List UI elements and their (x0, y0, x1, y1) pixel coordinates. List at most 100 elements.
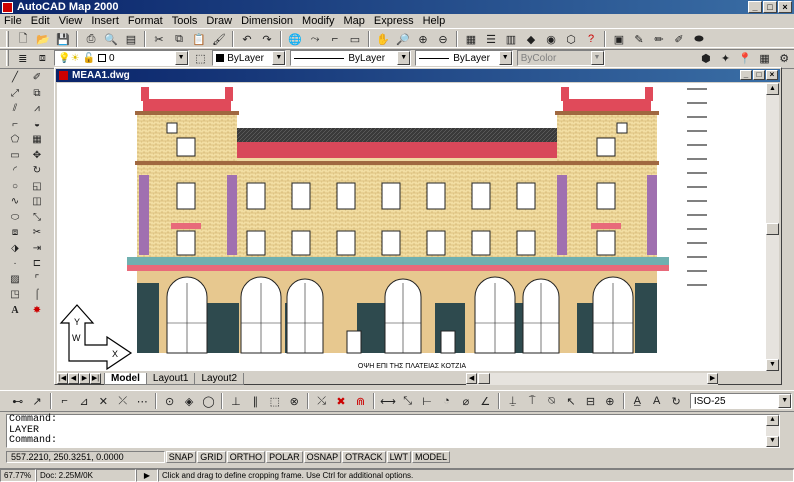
stretch-icon[interactable]: ◫ (28, 194, 46, 209)
scroll-down-button[interactable]: ▼ (766, 359, 779, 371)
open-icon[interactable]: 📂 (35, 31, 51, 47)
dim-ordinate-icon[interactable]: ⊢ (419, 393, 434, 409)
horizontal-scroll-thumb[interactable] (478, 372, 491, 384)
new-icon[interactable]: 🗋 (15, 31, 31, 47)
snap-apparent-icon[interactable]: ⤫ (115, 393, 130, 409)
command-scroll-down[interactable]: ▼ (766, 436, 779, 447)
line-icon[interactable]: ╱ (6, 70, 24, 85)
dimstyle-combo[interactable]: ISO-25 ▼ (689, 393, 793, 409)
menu-insert[interactable]: Insert (91, 15, 119, 27)
break-icon[interactable]: ⊏ (28, 256, 46, 271)
command-prompt[interactable]: Command: (9, 435, 779, 447)
attach-icon[interactable]: ⬡ (563, 31, 579, 47)
rotate-icon[interactable]: ↻ (28, 163, 46, 178)
next-tab-button[interactable]: ▶ (79, 373, 90, 384)
snap-intersection-icon[interactable]: ✕ (96, 393, 111, 409)
model-space-canvas[interactable]: Y W X ΟΨΗ ΕΠΙ ΤΗΣ ΠΛΑΤΕΙΑΣ ΚΟΤΖΙΑ (57, 83, 767, 371)
hyperlink-icon[interactable]: 🌐 (287, 31, 303, 47)
snap-node-icon[interactable]: ⊗ (286, 393, 301, 409)
tracking-icon[interactable]: ⤳ (307, 31, 323, 47)
match-properties-icon[interactable]: 🖌 (211, 31, 227, 47)
menu-view[interactable]: View (59, 15, 83, 27)
save-icon[interactable]: 💾 (55, 31, 71, 47)
center-mark-icon[interactable]: ⊕ (602, 393, 617, 409)
snap-from-icon[interactable]: ↗ (29, 393, 44, 409)
snap-tangent-icon[interactable]: ◯ (201, 393, 216, 409)
layers-icon[interactable]: ≣ (15, 50, 31, 66)
dim-text-edit-icon[interactable]: A (649, 393, 664, 409)
dim-edit-icon[interactable]: A̲ (630, 393, 645, 409)
vertical-scrollbar[interactable]: ▲ ▼ (766, 83, 779, 371)
map-icon[interactable]: ◆ (523, 31, 539, 47)
extend-icon[interactable]: ⇥ (28, 241, 46, 256)
move-icon[interactable]: ✥ (28, 148, 46, 163)
plotstyle-combo[interactable]: ByColor ▼ (516, 50, 605, 66)
map-tool-3-icon[interactable]: ✏ (651, 31, 667, 47)
make-block-icon[interactable]: ⬗ (6, 241, 24, 256)
map-settings-icon[interactable]: ⚙ (776, 50, 792, 66)
design-center-icon[interactable]: ▦ (463, 31, 479, 47)
cut-icon[interactable]: ✂ (151, 31, 167, 47)
erase-icon[interactable]: ✐ (28, 70, 46, 85)
insert-block-icon[interactable]: ⧈ (6, 225, 24, 240)
map-query-icon[interactable]: ⬢ (698, 50, 714, 66)
make-current-icon[interactable]: ⬚ (193, 50, 209, 66)
circle-icon[interactable]: ○ (6, 179, 24, 194)
copy-icon[interactable]: ⧉ (171, 31, 187, 47)
fillet-icon[interactable]: ⌠ (28, 287, 46, 302)
map-tool-5-icon[interactable]: ⬬ (691, 31, 707, 47)
redo-icon[interactable]: ↷ (259, 31, 275, 47)
snap-toggle[interactable]: SNAP (165, 451, 197, 463)
map-tool-2-icon[interactable]: ✎ (631, 31, 647, 47)
point-icon[interactable]: · (6, 256, 24, 271)
dim-linear-icon[interactable]: ⟷ (380, 393, 396, 409)
osnap-settings-icon[interactable]: ⋒ (353, 393, 368, 409)
maximize-button[interactable]: □ (763, 1, 777, 13)
otrack-toggle[interactable]: OTRACK (342, 451, 386, 463)
menu-draw[interactable]: Draw (206, 15, 232, 27)
close-button[interactable]: × (778, 1, 792, 13)
dim-diameter-icon[interactable]: ⌀ (458, 393, 473, 409)
command-scrollbar[interactable]: ▲ ▼ (766, 415, 779, 447)
snap-parallel-icon[interactable]: ∥ (248, 393, 263, 409)
snap-center-icon[interactable]: ⊙ (162, 393, 177, 409)
xline-icon[interactable]: ⤢ (6, 86, 24, 101)
tab-model[interactable]: Model (104, 372, 147, 385)
quick-dim-icon[interactable]: ⍊ (505, 393, 520, 409)
linetype-combo[interactable]: ByLayer ▼ (290, 50, 412, 66)
dim-angular-icon[interactable]: ∠ (478, 393, 493, 409)
dim-continue-icon[interactable]: ⍉ (544, 393, 559, 409)
doc-minimize-button[interactable]: _ (740, 70, 752, 80)
minimize-button[interactable]: _ (748, 1, 762, 13)
snap-none-icon[interactable]: ✖ (333, 393, 348, 409)
menu-help[interactable]: Help (423, 15, 446, 27)
menu-edit[interactable]: Edit (31, 15, 50, 27)
hatch-icon[interactable]: ▨ (6, 272, 24, 287)
publish-icon[interactable]: ▤ (123, 31, 139, 47)
scroll-left-button[interactable]: ◀ (466, 372, 478, 384)
array-icon[interactable]: ▦ (28, 132, 46, 147)
vertical-scroll-thumb[interactable] (766, 223, 779, 235)
map-pin-icon[interactable]: 📍 (737, 50, 753, 66)
menu-express[interactable]: Express (374, 15, 414, 27)
redraw-icon[interactable]: ▭ (347, 31, 363, 47)
preview-icon[interactable]: 🔍 (103, 31, 119, 47)
command-window[interactable]: Command: LAYER Command: ▲ ▼ (6, 414, 780, 448)
doc-restore-button[interactable]: □ (753, 70, 765, 80)
leader-icon[interactable]: ↖ (563, 393, 578, 409)
scroll-right-button[interactable]: ▶ (707, 372, 719, 384)
doc-close-button[interactable]: × (766, 70, 778, 80)
query-icon[interactable]: ◉ (543, 31, 559, 47)
menu-modify[interactable]: Modify (302, 15, 334, 27)
mline-icon[interactable]: ⫽ (6, 101, 24, 116)
zoom-window-icon[interactable]: ⊕ (415, 31, 431, 47)
polar-toggle[interactable]: POLAR (266, 451, 303, 463)
zoom-previous-icon[interactable]: ⊖ (435, 31, 451, 47)
menu-dimension[interactable]: Dimension (241, 15, 293, 27)
color-combo[interactable]: ByLayer ▼ (212, 50, 287, 66)
print-icon[interactable]: ⎙ (83, 31, 99, 47)
last-tab-button[interactable]: ▶| (90, 373, 101, 384)
horizontal-scrollbar[interactable]: ◀ ▶ (466, 372, 719, 385)
trim-icon[interactable]: ✂ (28, 225, 46, 240)
menu-tools[interactable]: Tools (172, 15, 198, 27)
